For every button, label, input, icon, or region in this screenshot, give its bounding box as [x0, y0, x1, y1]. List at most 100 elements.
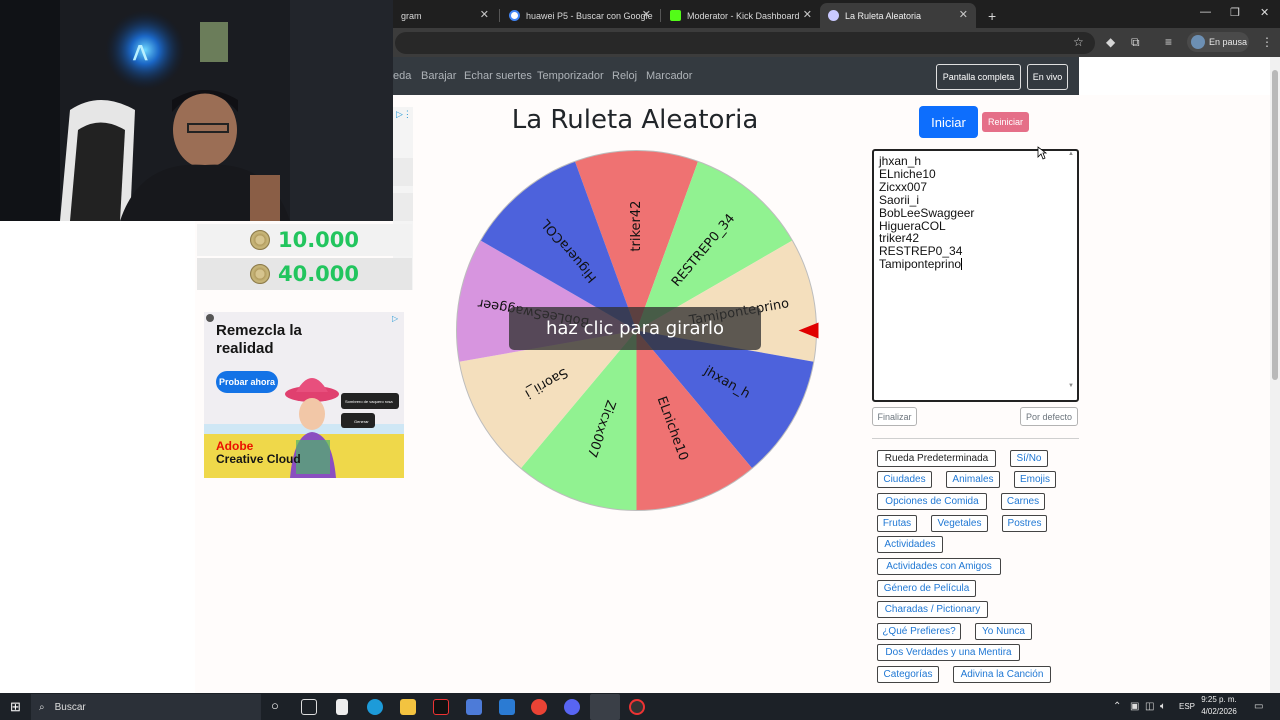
finish-button[interactable]: Finalizar — [872, 407, 917, 426]
google-icon — [509, 10, 520, 21]
live-button[interactable]: En vivo — [1027, 64, 1068, 90]
tab-ruleta-aleatoria[interactable]: La Ruleta Aleatoria ✕ — [820, 3, 976, 28]
notifications-icon[interactable]: ▭ — [1254, 701, 1263, 712]
start-button[interactable]: Iniciar — [919, 106, 978, 138]
edge-icon[interactable] — [367, 699, 383, 715]
more-menu-icon[interactable]: ⋮ — [1261, 35, 1273, 49]
tiktok-icon[interactable] — [433, 699, 449, 715]
store-icon[interactable] — [466, 699, 482, 715]
counter-value: 10.000 — [277, 228, 360, 252]
tab-kick-dashboard[interactable]: Moderator - Kick Dashboard ✕ — [662, 3, 820, 28]
webcam-overlay: ʌ — [0, 0, 393, 221]
adobe-ad[interactable]: Sombrero de vaquero rosa Generar ▷ Remez… — [204, 312, 404, 478]
restore-icon[interactable]: ❐ — [1230, 6, 1240, 19]
taskbar-clock[interactable]: 9:25 p. m. 4/02/2026 — [1194, 694, 1244, 718]
wheel-segment-label: triker42 — [629, 201, 644, 252]
minimize-icon[interactable]: — — [1200, 6, 1211, 18]
scrollbar-thumb[interactable] — [1272, 70, 1278, 380]
volume-icon[interactable]: 🔈︎ — [1160, 701, 1166, 712]
ad-cta-button[interactable]: Probar ahora — [216, 371, 278, 393]
tab-instagram[interactable]: gram ✕ — [393, 3, 497, 28]
chrome-icon[interactable] — [531, 699, 547, 715]
preset-fruits[interactable]: Frutas — [877, 515, 917, 532]
preset-two-truths[interactable]: Dos Verdades y una Mentira — [877, 644, 1020, 661]
tray-app-icon[interactable]: ▣ — [1130, 701, 1139, 712]
profile-button[interactable]: En pausa — [1187, 32, 1249, 52]
preset-activities[interactable]: Actividades — [877, 536, 943, 553]
tab-google-search[interactable]: huawei P5 - Buscar con Google ✕ — [501, 3, 659, 28]
preset-desserts[interactable]: Postres — [1002, 515, 1047, 532]
media-control-icon[interactable]: ≡ — [1165, 35, 1172, 49]
tab-close-icon[interactable]: ✕ — [959, 8, 968, 21]
preset-vegetables[interactable]: Vegetales — [931, 515, 988, 532]
counter-box: 40.000 — [197, 258, 412, 290]
discord-icon[interactable] — [564, 699, 580, 715]
cortana-icon[interactable]: ○ — [271, 698, 279, 713]
chrome-active-icon[interactable] — [590, 694, 620, 720]
mail-icon[interactable] — [499, 699, 515, 715]
divider — [872, 438, 1079, 439]
mouse-cursor-icon — [1037, 146, 1047, 160]
preset-food[interactable]: Opciones de Comida — [877, 493, 987, 510]
ruleta-favicon-icon — [828, 10, 839, 21]
preset-default-wheel[interactable]: Rueda Predeterminada — [877, 450, 996, 467]
file-icon[interactable] — [336, 699, 348, 715]
bookmark-star-icon[interactable]: ☆ — [1073, 35, 1084, 49]
default-button[interactable]: Por defecto — [1020, 407, 1078, 426]
adchoices-icon[interactable]: ▷⋮ — [396, 109, 412, 120]
file-explorer-icon[interactable] — [400, 699, 416, 715]
avatar — [1191, 35, 1205, 49]
tab-title: La Ruleta Aleatoria — [845, 10, 922, 21]
extension-icon[interactable]: ◆ — [1106, 35, 1115, 49]
textarea-scroll-down-icon[interactable]: ▼ — [1068, 383, 1074, 389]
tab-close-icon[interactable]: ✕ — [480, 8, 489, 21]
nav-link-temporizador[interactable]: Temporizador — [537, 70, 604, 82]
preset-never-have-i[interactable]: Yo Nunca — [975, 623, 1032, 640]
preset-cities[interactable]: Ciudades — [877, 471, 932, 488]
windows-start-icon[interactable]: ⊞ — [10, 699, 21, 715]
names-textarea[interactable]: jhxan_h ELniche10 Zicxx007 Saorii_i BobL… — [872, 149, 1079, 402]
name-line: ELniche10 — [879, 166, 936, 181]
tab-close-icon[interactable]: ✕ — [642, 8, 651, 21]
preset-emojis[interactable]: Emojis — [1014, 471, 1056, 488]
nav-link-barajar[interactable]: Barajar — [421, 70, 456, 82]
nav-link-echar-suertes[interactable]: Echar suertes — [464, 70, 532, 82]
nav-link-marcador[interactable]: Marcador — [646, 70, 692, 82]
textarea-scroll-up-icon[interactable]: ▲ — [1068, 151, 1074, 157]
robux-coin-icon — [249, 230, 270, 250]
new-tab-button[interactable]: + — [980, 3, 1000, 28]
preset-meats[interactable]: Carnes — [1001, 493, 1045, 510]
nav-link-reloj[interactable]: Reloj — [612, 70, 637, 82]
tab-separator — [499, 9, 500, 22]
preset-movie-genre[interactable]: Género de Película — [877, 580, 976, 597]
reset-button[interactable]: Reiniciar — [982, 112, 1029, 132]
language-indicator[interactable]: ESP — [1179, 702, 1195, 711]
obs-icon[interactable] — [629, 699, 645, 715]
preset-activities-friends[interactable]: Actividades con Amigos — [877, 558, 1001, 575]
preset-animals[interactable]: Animales — [946, 471, 1000, 488]
plus-icon: + — [988, 7, 997, 24]
tray-chevron-icon[interactable]: ⌃ — [1113, 701, 1121, 712]
preset-would-you-rather[interactable]: ¿Qué Prefieres? — [877, 623, 961, 640]
fullscreen-button[interactable]: Pantalla completa — [936, 64, 1021, 90]
spin-hint-overlay[interactable]: haz clic para girarlo — [509, 307, 761, 350]
address-bar[interactable] — [395, 32, 1095, 54]
clock-date: 4/02/2026 — [1201, 707, 1237, 716]
preset-yes-no[interactable]: Sí/No — [1010, 450, 1048, 467]
ad-brand-product: Creative Cloud — [216, 452, 301, 466]
close-window-icon[interactable]: ✕ — [1260, 6, 1269, 19]
preset-guess-song[interactable]: Adivina la Canción — [953, 666, 1051, 683]
svg-text:ʌ: ʌ — [132, 34, 149, 67]
side-strip — [393, 158, 413, 186]
task-view-icon[interactable] — [301, 699, 317, 715]
tab-close-icon[interactable]: ✕ — [803, 8, 812, 21]
preset-charades[interactable]: Charadas / Pictionary — [877, 601, 988, 618]
page-title: La Ruleta Aleatoria — [511, 105, 759, 135]
name-line: BobLeeSwaggeer — [879, 205, 975, 220]
tab-title: gram — [401, 10, 422, 21]
taskbar-search[interactable]: ⌕ Buscar — [31, 694, 261, 720]
nav-link-rueda[interactable]: eda — [393, 70, 411, 82]
network-icon[interactable]: ◫ — [1145, 701, 1154, 712]
extensions-puzzle-icon[interactable]: ⧉ — [1131, 35, 1140, 50]
preset-categories[interactable]: Categorías — [877, 666, 939, 683]
